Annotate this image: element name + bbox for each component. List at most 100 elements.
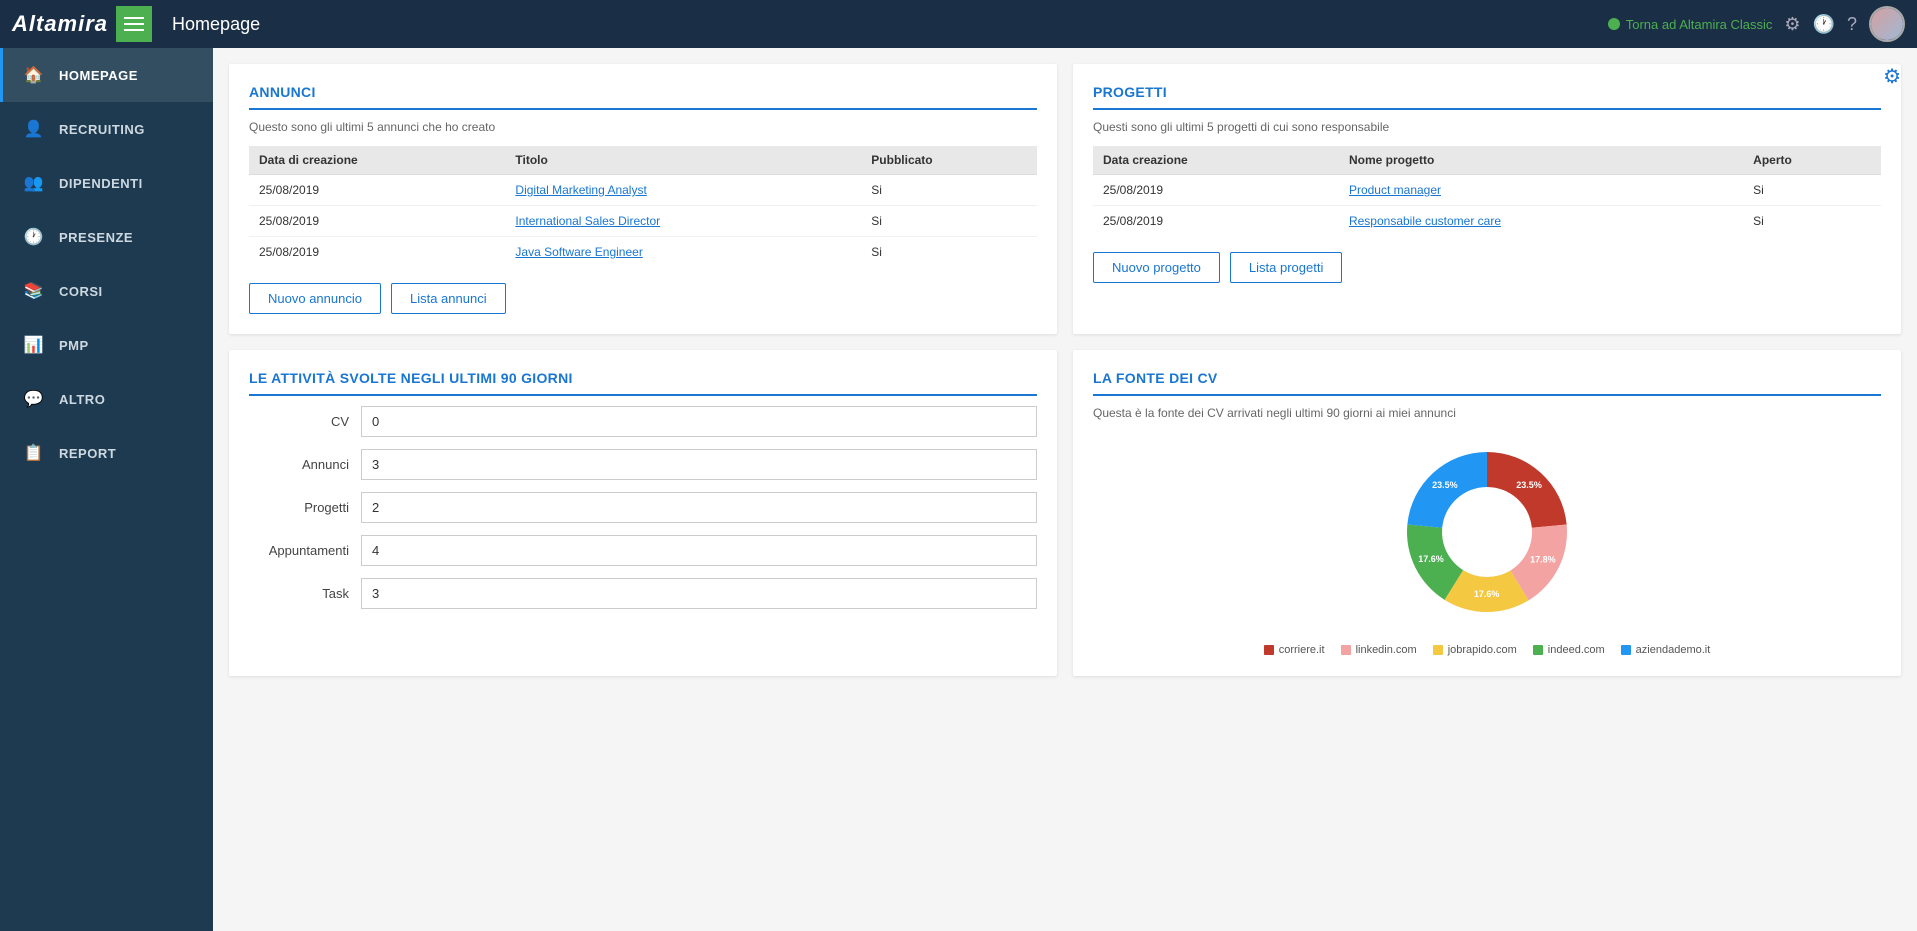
- legend-item-4: aziendademo.it: [1621, 644, 1711, 656]
- progetti-btn-group: Nuovo progetto Lista progetti: [1093, 252, 1881, 283]
- donut-center: [1444, 489, 1530, 575]
- legend-dot-1: [1341, 645, 1351, 655]
- progetto-name-link[interactable]: Responsabile customer care: [1339, 206, 1743, 237]
- legend-item-0: corriere.it: [1264, 644, 1325, 656]
- settings-icon[interactable]: ⚙: [1784, 14, 1800, 35]
- sidebar-item-altro-label: ALTRO: [59, 392, 105, 407]
- annunci-table: Data di creazione Titolo Pubblicato 25/0…: [249, 146, 1037, 267]
- help-icon[interactable]: ?: [1847, 14, 1857, 35]
- sidebar-item-report[interactable]: 📋 REPORT: [0, 426, 213, 480]
- chart-legend: corriere.it linkedin.com jobrapido.com i…: [1264, 644, 1711, 656]
- table-row: 25/08/2019 Java Software Engineer Si: [249, 237, 1037, 268]
- sidebar-item-altro[interactable]: 💬 ALTRO: [0, 372, 213, 426]
- activity-row: Progetti 2: [249, 492, 1037, 523]
- progetti-title: PROGETTI: [1093, 84, 1881, 110]
- cv-source-subtitle: Questa è la fonte dei CV arrivati negli …: [1093, 406, 1881, 420]
- annuncio-title-link[interactable]: International Sales Director: [505, 206, 861, 237]
- sidebar-item-homepage-label: HOMEPAGE: [59, 68, 138, 83]
- donut-chart: 23.5%17.8%17.6%17.6%23.5%: [1387, 432, 1587, 632]
- table-row: 25/08/2019 Digital Marketing Analyst Si: [249, 175, 1037, 206]
- donut-container: 23.5%17.8%17.6%17.6%23.5% corriere.it li…: [1093, 432, 1881, 656]
- sidebar-item-pmp-label: PMP: [59, 338, 89, 353]
- list-annunci-button[interactable]: Lista annunci: [391, 283, 506, 314]
- sidebar-item-dipendenti[interactable]: 👥 DIPENDENTI: [0, 156, 213, 210]
- activity-row: Annunci 3: [249, 449, 1037, 480]
- menu-toggle-button[interactable]: [116, 6, 152, 42]
- legend-dot-4: [1621, 645, 1631, 655]
- clock-icon[interactable]: 🕐: [1813, 14, 1835, 35]
- legend-item-2: jobrapido.com: [1433, 644, 1517, 656]
- activity-label: Annunci: [249, 457, 349, 472]
- classic-link-dot: [1608, 18, 1620, 30]
- classic-link-label: Torna ad Altamira Classic: [1626, 17, 1773, 32]
- legend-item-1: linkedin.com: [1341, 644, 1417, 656]
- legend-dot-3: [1533, 645, 1543, 655]
- list-progetti-button[interactable]: Lista progetti: [1230, 252, 1342, 283]
- cv-source-title: LA FONTE DEI CV: [1093, 370, 1881, 396]
- annunci-title: ANNUNCI: [249, 84, 1037, 110]
- activity-value: 0: [361, 406, 1037, 437]
- legend-label-0: corriere.it: [1279, 644, 1325, 656]
- cv-source-card: LA FONTE DEI CV Questa è la fonte dei CV…: [1073, 350, 1901, 676]
- activity-value: 4: [361, 535, 1037, 566]
- donut-label-0: 23.5%: [1516, 480, 1542, 490]
- annunci-col-title: Titolo: [505, 146, 861, 175]
- sidebar-item-corsi-label: CORSI: [59, 284, 103, 299]
- legend-label-1: linkedin.com: [1356, 644, 1417, 656]
- progetti-table: Data creazione Nome progetto Aperto 25/0…: [1093, 146, 1881, 236]
- progetto-open: Si: [1743, 175, 1881, 206]
- sidebar-item-presenze[interactable]: 🕐 PRESENZE: [0, 210, 213, 264]
- presenze-icon: 🕐: [23, 226, 45, 248]
- activity-label: Task: [249, 586, 349, 601]
- progetti-col-name: Nome progetto: [1339, 146, 1743, 175]
- annuncio-published: Si: [861, 206, 1037, 237]
- sidebar-item-presenze-label: PRESENZE: [59, 230, 133, 245]
- activity-label: Progetti: [249, 500, 349, 515]
- annuncio-title-link[interactable]: Digital Marketing Analyst: [505, 175, 861, 206]
- dipendenti-icon: 👥: [23, 172, 45, 194]
- classic-link[interactable]: Torna ad Altamira Classic: [1608, 17, 1773, 32]
- annunci-card: ANNUNCI Questo sono gli ultimi 5 annunci…: [229, 64, 1057, 334]
- activity-value: 3: [361, 578, 1037, 609]
- sidebar-item-pmp[interactable]: 📊 PMP: [0, 318, 213, 372]
- home-icon: 🏠: [23, 64, 45, 86]
- table-row: 25/08/2019 Product manager Si: [1093, 175, 1881, 206]
- sidebar-item-recruiting-label: RECRUITING: [59, 122, 145, 137]
- new-progetto-button[interactable]: Nuovo progetto: [1093, 252, 1220, 283]
- sidebar-item-report-label: REPORT: [59, 446, 116, 461]
- main-content: ⚙ ANNUNCI Questo sono gli ultimi 5 annun…: [213, 48, 1917, 931]
- progetto-open: Si: [1743, 206, 1881, 237]
- annunci-btn-group: Nuovo annuncio Lista annunci: [249, 283, 1037, 314]
- topbar: Altamira Homepage Torna ad Altamira Clas…: [0, 0, 1917, 48]
- legend-label-2: jobrapido.com: [1448, 644, 1517, 656]
- annuncio-date: 25/08/2019: [249, 175, 505, 206]
- page-title: Homepage: [172, 14, 1608, 35]
- progetto-date: 25/08/2019: [1093, 206, 1339, 237]
- avatar[interactable]: [1869, 6, 1905, 42]
- table-row: 25/08/2019 International Sales Director …: [249, 206, 1037, 237]
- progetto-date: 25/08/2019: [1093, 175, 1339, 206]
- activity-card: LE ATTIVITÀ SVOLTE NEGLI ULTIMI 90 GIORN…: [229, 350, 1057, 676]
- progetti-subtitle: Questi sono gli ultimi 5 progetti di cui…: [1093, 120, 1881, 134]
- activity-row: Appuntamenti 4: [249, 535, 1037, 566]
- activity-row: CV 0: [249, 406, 1037, 437]
- legend-item-3: indeed.com: [1533, 644, 1605, 656]
- sidebar-item-homepage[interactable]: 🏠 HOMEPAGE: [0, 48, 213, 102]
- new-annuncio-button[interactable]: Nuovo annuncio: [249, 283, 381, 314]
- table-row: 25/08/2019 Responsabile customer care Si: [1093, 206, 1881, 237]
- sidebar-item-recruiting[interactable]: 👤 RECRUITING: [0, 102, 213, 156]
- sidebar-item-corsi[interactable]: 📚 CORSI: [0, 264, 213, 318]
- annuncio-title-link[interactable]: Java Software Engineer: [505, 237, 861, 268]
- activity-value: 3: [361, 449, 1037, 480]
- activity-rows: CV 0 Annunci 3 Progetti 2 Appuntamenti 4…: [249, 406, 1037, 609]
- progetto-name-link[interactable]: Product manager: [1339, 175, 1743, 206]
- donut-label-2: 17.6%: [1474, 589, 1500, 599]
- activity-title: LE ATTIVITÀ SVOLTE NEGLI ULTIMI 90 GIORN…: [249, 370, 1037, 396]
- annunci-subtitle: Questo sono gli ultimi 5 annunci che ho …: [249, 120, 1037, 134]
- annuncio-published: Si: [861, 237, 1037, 268]
- activity-row: Task 3: [249, 578, 1037, 609]
- pmp-icon: 📊: [23, 334, 45, 356]
- donut-label-3: 17.6%: [1418, 554, 1444, 564]
- topbar-right: Torna ad Altamira Classic ⚙ 🕐 ?: [1608, 6, 1905, 42]
- page-settings-icon[interactable]: ⚙: [1883, 64, 1901, 89]
